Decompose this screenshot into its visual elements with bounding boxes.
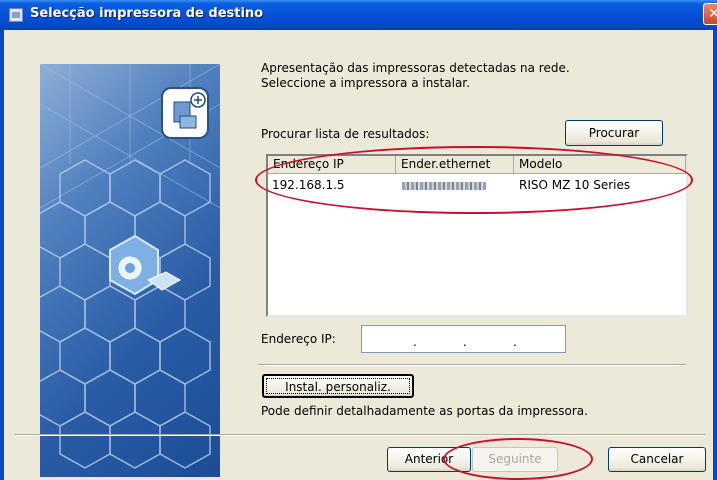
highlight-ellipse [443, 438, 593, 480]
search-button[interactable]: Procurar [565, 120, 663, 146]
highlight-ellipse [255, 146, 693, 214]
intro-line-2: Seleccione a impressora a instalar. [261, 76, 470, 90]
wizard-graphic [40, 64, 220, 477]
hexagon-pattern [40, 64, 220, 469]
title-bar[interactable]: Selecção impressora de destino ✕ [0, 0, 717, 30]
window-frame-right [713, 30, 717, 480]
intro-line-1: Apresentação das impressoras detectadas … [261, 61, 570, 75]
intro-text: Apresentação das impressoras detectadas … [261, 61, 570, 91]
ip-separator: . [413, 335, 417, 349]
cancel-button[interactable]: Cancelar [608, 447, 706, 472]
custom-install-description: Pode definir detalhadamente as portas da… [261, 404, 588, 418]
printer-cube-icon [109, 234, 182, 296]
window-frame-left [0, 30, 4, 480]
window-title: Selecção impressora de destino [30, 6, 264, 21]
custom-install-button[interactable]: Instal. personaliz. [262, 374, 414, 398]
ip-separator: . [513, 335, 517, 349]
ip-address-field[interactable]: . . . [361, 325, 566, 353]
app-icon [9, 8, 23, 22]
ip-separator: . [463, 335, 467, 349]
search-results-label: Procurar lista de resultados: [261, 127, 430, 141]
ip-address-label: Endereço IP: [261, 332, 336, 346]
footer-separator [14, 434, 706, 436]
network-printer-icon [161, 87, 209, 139]
separator [258, 364, 686, 366]
close-button[interactable]: ✕ [703, 3, 717, 25]
